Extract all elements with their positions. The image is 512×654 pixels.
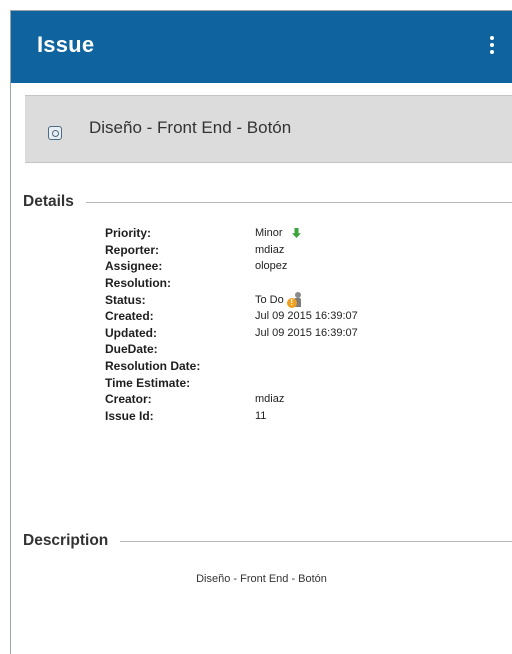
detail-row-creator: Creator: mdiaz <box>105 391 358 408</box>
detail-value-wrap: To Do ! <box>255 291 306 308</box>
issue-summary-text: Diseño - Front End - Botón <box>89 118 292 137</box>
reporter-value: mdiaz <box>255 243 285 256</box>
section-divider <box>120 540 512 542</box>
detail-row-assignee: Assignee: olopez <box>105 258 358 275</box>
creator-value: mdiaz <box>255 393 285 406</box>
status-value: To Do <box>255 293 284 306</box>
more-vert-icon[interactable] <box>484 29 500 61</box>
detail-label: Assignee: <box>105 259 163 274</box>
detail-row-status: Status: To Do ! <box>105 291 358 308</box>
detail-label: Creator: <box>105 392 152 407</box>
detail-row-resolution-date: Resolution Date: <box>105 358 358 375</box>
detail-label: Resolution Date: <box>105 359 201 374</box>
app-bar-title: Issue <box>37 32 95 57</box>
detail-label: Issue Id: <box>105 408 154 423</box>
issue-id-value: 11 <box>255 409 267 422</box>
detail-row-resolution: Resolution: <box>105 275 358 292</box>
detail-value-wrap: Minor <box>255 227 302 239</box>
updated-value: Jul 09 2015 16:39:07 <box>255 326 358 339</box>
issue-type-icon <box>48 126 62 140</box>
description-text: Diseño - Front End - Botón <box>196 573 327 585</box>
priority-value: Minor <box>255 227 283 240</box>
detail-row-reporter: Reporter: mdiaz <box>105 242 358 259</box>
issue-content: Diseño - Front End - Botón Details Prior… <box>11 83 512 654</box>
app-bar: Issue <box>11 11 512 83</box>
detail-label: DueDate: <box>105 342 158 357</box>
status-badge: ! <box>286 297 297 308</box>
detail-row-priority: Priority: Minor <box>105 225 358 242</box>
detail-row-created: Created: Jul 09 2015 16:39:07 <box>105 308 358 325</box>
arrow-down-icon <box>291 228 301 239</box>
assignee-value: olopez <box>255 260 288 273</box>
details-heading: Details <box>23 193 74 210</box>
detail-label: Created: <box>105 309 154 324</box>
dot <box>490 43 494 47</box>
detail-label: Priority: <box>105 226 152 241</box>
description-section-header: Description <box>23 532 512 550</box>
detail-label: Resolution: <box>105 276 171 291</box>
dot <box>490 50 494 54</box>
detail-label: Reporter: <box>105 242 160 257</box>
issue-summary: Diseño - Front End - Botón <box>25 95 512 163</box>
app-frame: Issue Diseño - Front End - Botón Details… <box>10 10 512 654</box>
detail-row-duedate: DueDate: <box>105 341 358 358</box>
detail-row-time-estimate: Time Estimate: <box>105 374 358 391</box>
details-list: Priority: Minor Reporter: mdiaz Assignee… <box>105 225 358 424</box>
detail-label: Time Estimate: <box>105 375 191 390</box>
person-head <box>294 291 301 298</box>
detail-row-issue-id: Issue Id: 11 <box>105 408 358 425</box>
dot <box>490 36 494 40</box>
created-value: Jul 09 2015 16:39:07 <box>255 310 358 323</box>
description-heading: Description <box>23 532 109 549</box>
person-status-icon: ! <box>286 291 306 308</box>
section-divider <box>85 201 512 203</box>
details-section-header: Details <box>23 193 512 211</box>
detail-label: Updated: <box>105 325 157 340</box>
detail-row-updated: Updated: Jul 09 2015 16:39:07 <box>105 325 358 342</box>
detail-label: Status: <box>105 292 146 307</box>
